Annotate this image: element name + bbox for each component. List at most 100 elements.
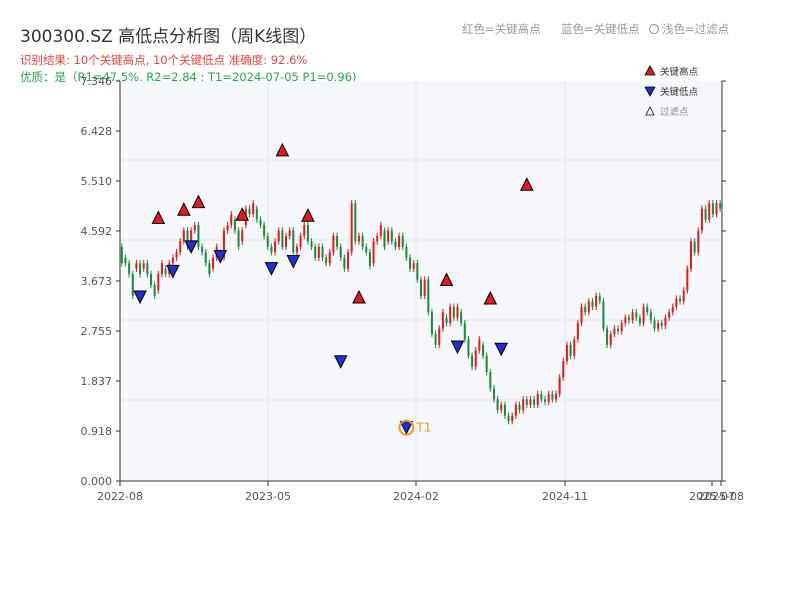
candle-body	[248, 208, 251, 215]
candle-body	[237, 230, 240, 247]
candle-body	[430, 312, 433, 334]
candle-body	[664, 317, 667, 326]
candle-body	[482, 344, 485, 356]
candle-body	[507, 415, 510, 422]
candle-body	[627, 317, 630, 321]
candle-body	[277, 230, 280, 242]
candle-body	[208, 263, 211, 275]
candle-body	[306, 225, 309, 242]
candle-body	[339, 246, 342, 258]
candle-body	[565, 344, 568, 362]
candle-body	[124, 257, 127, 264]
candle-body	[292, 230, 295, 253]
candle-body	[212, 257, 215, 269]
candle-body	[409, 257, 412, 269]
candle-body	[569, 344, 572, 356]
candle-body	[485, 355, 488, 373]
candle-body	[387, 230, 390, 242]
candle-body	[682, 290, 685, 302]
candle-body	[328, 252, 331, 264]
candle-body	[697, 230, 700, 253]
x-tick-label: 2023-05	[245, 490, 291, 503]
candle-body	[514, 404, 517, 416]
candle-body	[646, 306, 649, 313]
candle-body	[606, 328, 609, 345]
candle-body	[525, 399, 528, 405]
candle-body	[489, 372, 492, 389]
candle-body	[503, 404, 506, 416]
candle-body	[182, 230, 185, 242]
candle-body	[233, 219, 236, 231]
candle-body	[540, 393, 543, 400]
candle-body	[368, 252, 371, 266]
candle-body	[241, 230, 244, 242]
candle-body	[624, 317, 627, 324]
candle-body	[383, 230, 386, 247]
candle-body	[456, 306, 459, 318]
candle-body	[522, 399, 525, 411]
candle-body	[460, 312, 463, 324]
candle-body	[653, 320, 656, 329]
x-ticks: 2022-08 2023-05 2024-02 2024-11 2025-07 …	[97, 481, 744, 503]
candle-body	[347, 252, 350, 269]
candle-body	[686, 268, 689, 291]
y-tick-label: 2.755	[81, 325, 113, 338]
y-tick-label: 0.918	[81, 425, 113, 438]
candle-body	[394, 241, 397, 247]
candle-body	[365, 246, 368, 253]
candle-body	[288, 230, 291, 236]
candle-body	[164, 268, 167, 275]
candle-body	[376, 235, 379, 242]
legend-high-label: 关键高点	[660, 66, 699, 78]
candle-body	[354, 203, 357, 242]
candle-body	[434, 333, 437, 345]
candle-body	[719, 203, 722, 209]
candle-body	[679, 298, 682, 302]
candle-body	[704, 208, 707, 220]
candle-body	[255, 208, 258, 220]
candle-body	[660, 323, 663, 326]
candle-body	[573, 339, 576, 356]
candle-body	[533, 399, 536, 405]
candle-body	[657, 323, 660, 329]
candle-body	[584, 306, 587, 313]
candle-body	[715, 203, 718, 215]
candle-body	[649, 312, 652, 321]
x-tick-label: 2022-08	[97, 490, 143, 503]
y-tick-label: 3.673	[81, 275, 113, 288]
candle-body	[372, 241, 375, 264]
candle-body	[303, 225, 306, 236]
candle-body	[576, 323, 579, 340]
x-tick-label: 2024-02	[393, 490, 439, 503]
candle-body	[390, 230, 393, 242]
candle-body	[416, 263, 419, 280]
candle-body	[361, 235, 364, 247]
candle-body	[179, 241, 182, 253]
y-tick-label: 0.000	[81, 475, 113, 488]
candle-body	[160, 263, 163, 275]
candle-body	[689, 241, 692, 269]
candle-body	[405, 246, 408, 258]
candle-body	[617, 328, 620, 332]
candle-body	[321, 246, 324, 258]
candle-body	[474, 350, 477, 367]
candle-body	[547, 393, 550, 403]
candle-body	[708, 203, 711, 220]
triangle-up-icon	[644, 65, 656, 76]
candle-body	[259, 219, 262, 226]
candle-body	[201, 246, 204, 253]
candle-body	[325, 257, 328, 264]
candle-body	[631, 312, 634, 321]
candle-body	[711, 203, 714, 215]
candle-body	[558, 377, 561, 394]
candle-body	[336, 235, 339, 247]
candle-body	[529, 399, 532, 405]
x-tick-label: 2025-08	[698, 490, 744, 503]
candle-body	[449, 306, 452, 324]
candle-body	[500, 404, 503, 411]
candle-body	[157, 274, 160, 291]
candle-body	[285, 235, 288, 247]
candle-body	[562, 361, 565, 378]
candlestick-chart: 0.000 0.918 1.837 2.755 3.673 4.592 5.51…	[81, 65, 744, 503]
candle-body	[120, 246, 123, 264]
